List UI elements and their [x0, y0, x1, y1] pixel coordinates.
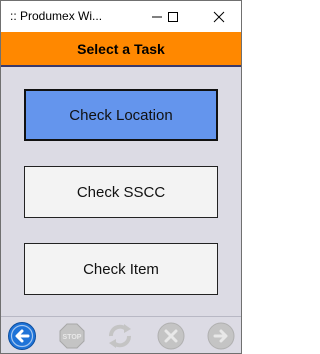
window-title: :: Produmex Wi...: [10, 9, 103, 23]
close-button[interactable]: [204, 1, 234, 32]
maximize-icon: [168, 11, 178, 22]
check-sscc-label: Check SSCC: [76, 183, 166, 201]
title-bar: :: Produmex Wi...: [1, 1, 241, 32]
cancel-button[interactable]: [156, 321, 186, 351]
close-icon: [213, 11, 225, 22]
stop-button[interactable]: STOP: [57, 321, 87, 351]
maximize-button[interactable]: [158, 1, 188, 32]
check-location-label: Check Location: [69, 106, 173, 124]
check-item-label: Check Item: [83, 260, 159, 278]
forward-arrow-icon: [207, 322, 235, 350]
back-button[interactable]: [7, 321, 37, 351]
bottom-toolbar: STOP: [1, 316, 241, 353]
page-title: Select a Task: [77, 40, 165, 57]
stop-label: STOP: [63, 334, 82, 341]
page-header: Select a Task: [1, 32, 241, 67]
check-item-button[interactable]: Check Item: [24, 243, 218, 295]
cancel-icon: [157, 322, 185, 350]
refresh-button[interactable]: [105, 321, 135, 351]
forward-button[interactable]: [206, 321, 236, 351]
check-location-button[interactable]: Check Location: [24, 89, 218, 141]
app-window: :: Produmex Wi... Select a Task Check Lo…: [0, 0, 242, 354]
check-sscc-button[interactable]: Check SSCC: [24, 166, 218, 218]
stop-icon: STOP: [59, 323, 85, 349]
refresh-icon: [109, 324, 131, 348]
back-arrow-icon: [8, 322, 36, 350]
